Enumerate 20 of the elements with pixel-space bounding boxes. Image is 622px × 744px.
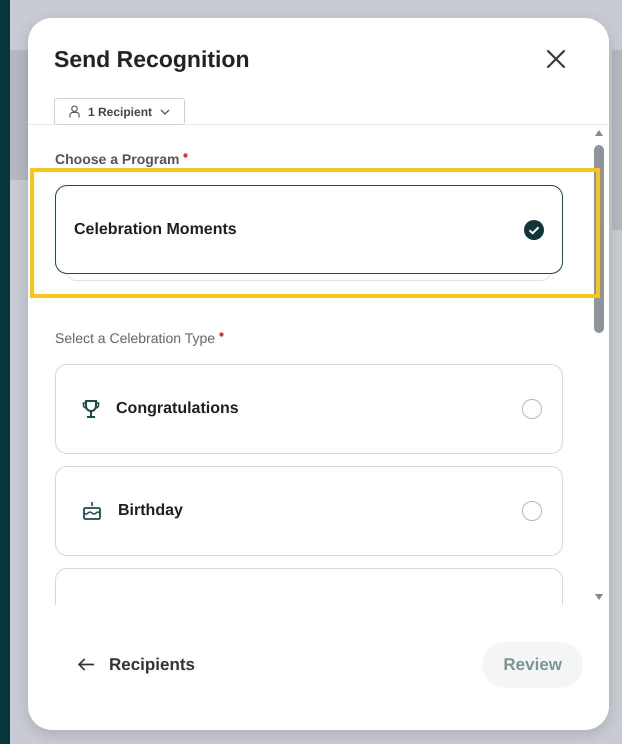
check-circle-icon <box>524 220 544 240</box>
cake-icon <box>82 501 102 521</box>
chevron-down-icon <box>160 108 170 114</box>
radio-icon <box>522 501 542 521</box>
program-option[interactable]: Celebration Moments <box>55 185 563 274</box>
person-icon <box>69 105 80 118</box>
back-button[interactable]: Recipients <box>78 654 195 674</box>
recipients-dropdown[interactable]: 1 Recipient <box>54 98 186 125</box>
celebration-option[interactable]: Birthday <box>55 466 563 556</box>
scroll-up-icon[interactable] <box>594 129 604 137</box>
dialog-title: Send Recognition <box>54 45 250 74</box>
radio-icon <box>522 399 542 419</box>
scrollbar[interactable] <box>593 129 605 601</box>
close-icon[interactable] <box>546 49 566 69</box>
section-label: Choose a Program <box>55 151 563 167</box>
celebration-option[interactable]: Congratulations <box>55 364 563 454</box>
scroll-down-icon[interactable] <box>594 593 604 601</box>
section-label: Select a Celebration Type <box>55 330 563 346</box>
arrow-left-icon <box>78 658 95 671</box>
trophy-icon <box>82 399 100 419</box>
